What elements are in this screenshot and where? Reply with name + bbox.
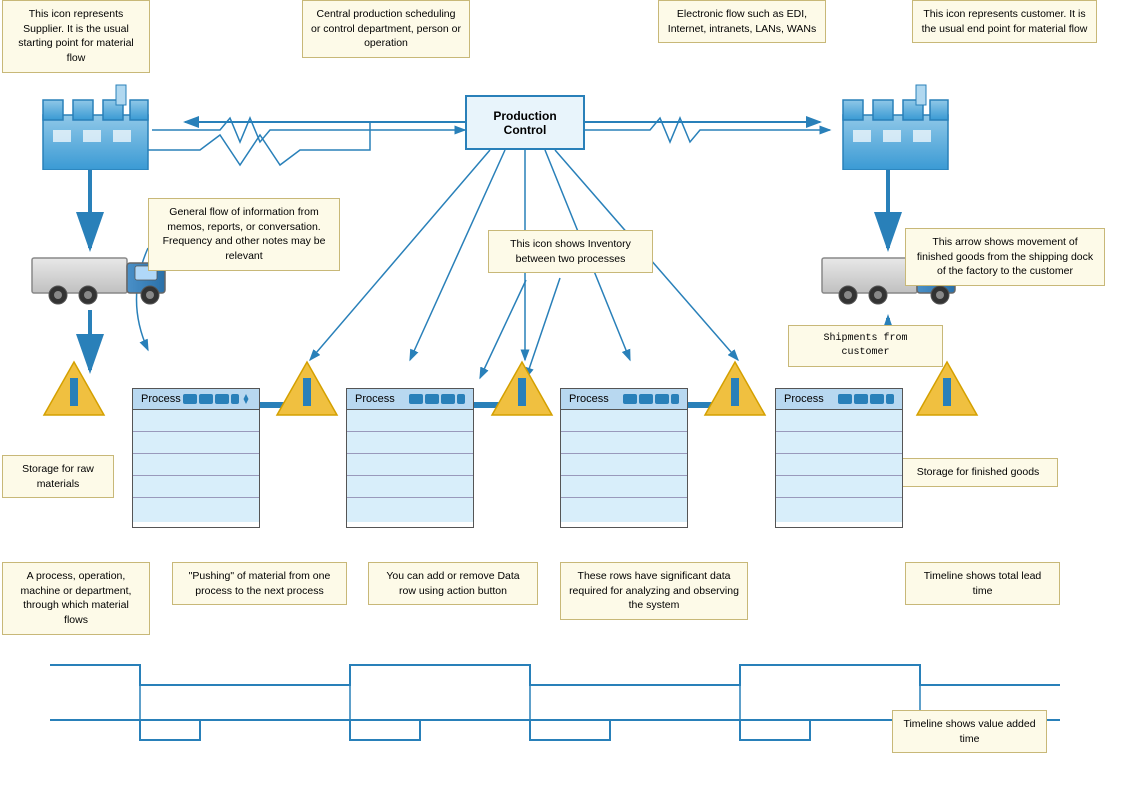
process-label-1: Process <box>141 393 181 405</box>
process-box-2: Process <box>346 388 474 528</box>
supplier-factory <box>38 80 153 170</box>
prod-control-callout: Central production scheduling or control… <box>302 0 470 58</box>
process-box-3: Process <box>560 388 688 528</box>
supplier-callout: This icon represents Supplier. It is the… <box>2 0 150 73</box>
prod-control-label: Production Control <box>493 109 556 137</box>
process-label-4: Process <box>784 393 824 405</box>
datarow-callout: You can add or remove Data row using act… <box>368 562 538 605</box>
process-box-1: Process <box>132 388 260 528</box>
significant-data-callout: These rows have significant data require… <box>560 562 748 620</box>
process-header-3: Process <box>561 389 687 410</box>
inventory-triangle-4 <box>915 360 979 423</box>
value-added-callout: Timeline shows value added time <box>892 710 1047 753</box>
process-header-1: Process <box>133 389 259 410</box>
production-control-box: Production Control <box>465 95 585 150</box>
pushing-callout: "Pushing" of material from one process t… <box>172 562 347 605</box>
process-header-4: Process <box>776 389 902 410</box>
lead-time-callout: Timeline shows total lead time <box>905 562 1060 605</box>
inventory-triangle-3 <box>703 360 767 423</box>
process-callout: A process, operation, machine or departm… <box>2 562 150 635</box>
process-label-2: Process <box>355 393 395 405</box>
storage-finished-callout: Storage for finished goods <box>898 458 1058 487</box>
info-flow-callout: General flow of information from memos, … <box>148 198 340 271</box>
storage-raw-callout: Storage for raw materials <box>2 455 114 498</box>
inventory-triangle-1 <box>275 360 339 423</box>
electronic-callout: Electronic flow such as EDI, Internet, i… <box>658 0 826 43</box>
shipment-arrow-callout: This arrow shows movement of finished go… <box>905 228 1105 286</box>
customer-factory <box>838 80 953 170</box>
customer-callout: This icon represents customer. It is the… <box>912 0 1097 43</box>
inventory-triangle-0 <box>42 360 106 423</box>
process-label-3: Process <box>569 393 609 405</box>
diagram-container: This icon represents Supplier. It is the… <box>0 0 1123 794</box>
process-header-2: Process <box>347 389 473 410</box>
inventory-callout: This icon shows Inventory between two pr… <box>488 230 653 273</box>
inventory-triangle-2 <box>490 360 554 423</box>
process-box-4: Process <box>775 388 903 528</box>
